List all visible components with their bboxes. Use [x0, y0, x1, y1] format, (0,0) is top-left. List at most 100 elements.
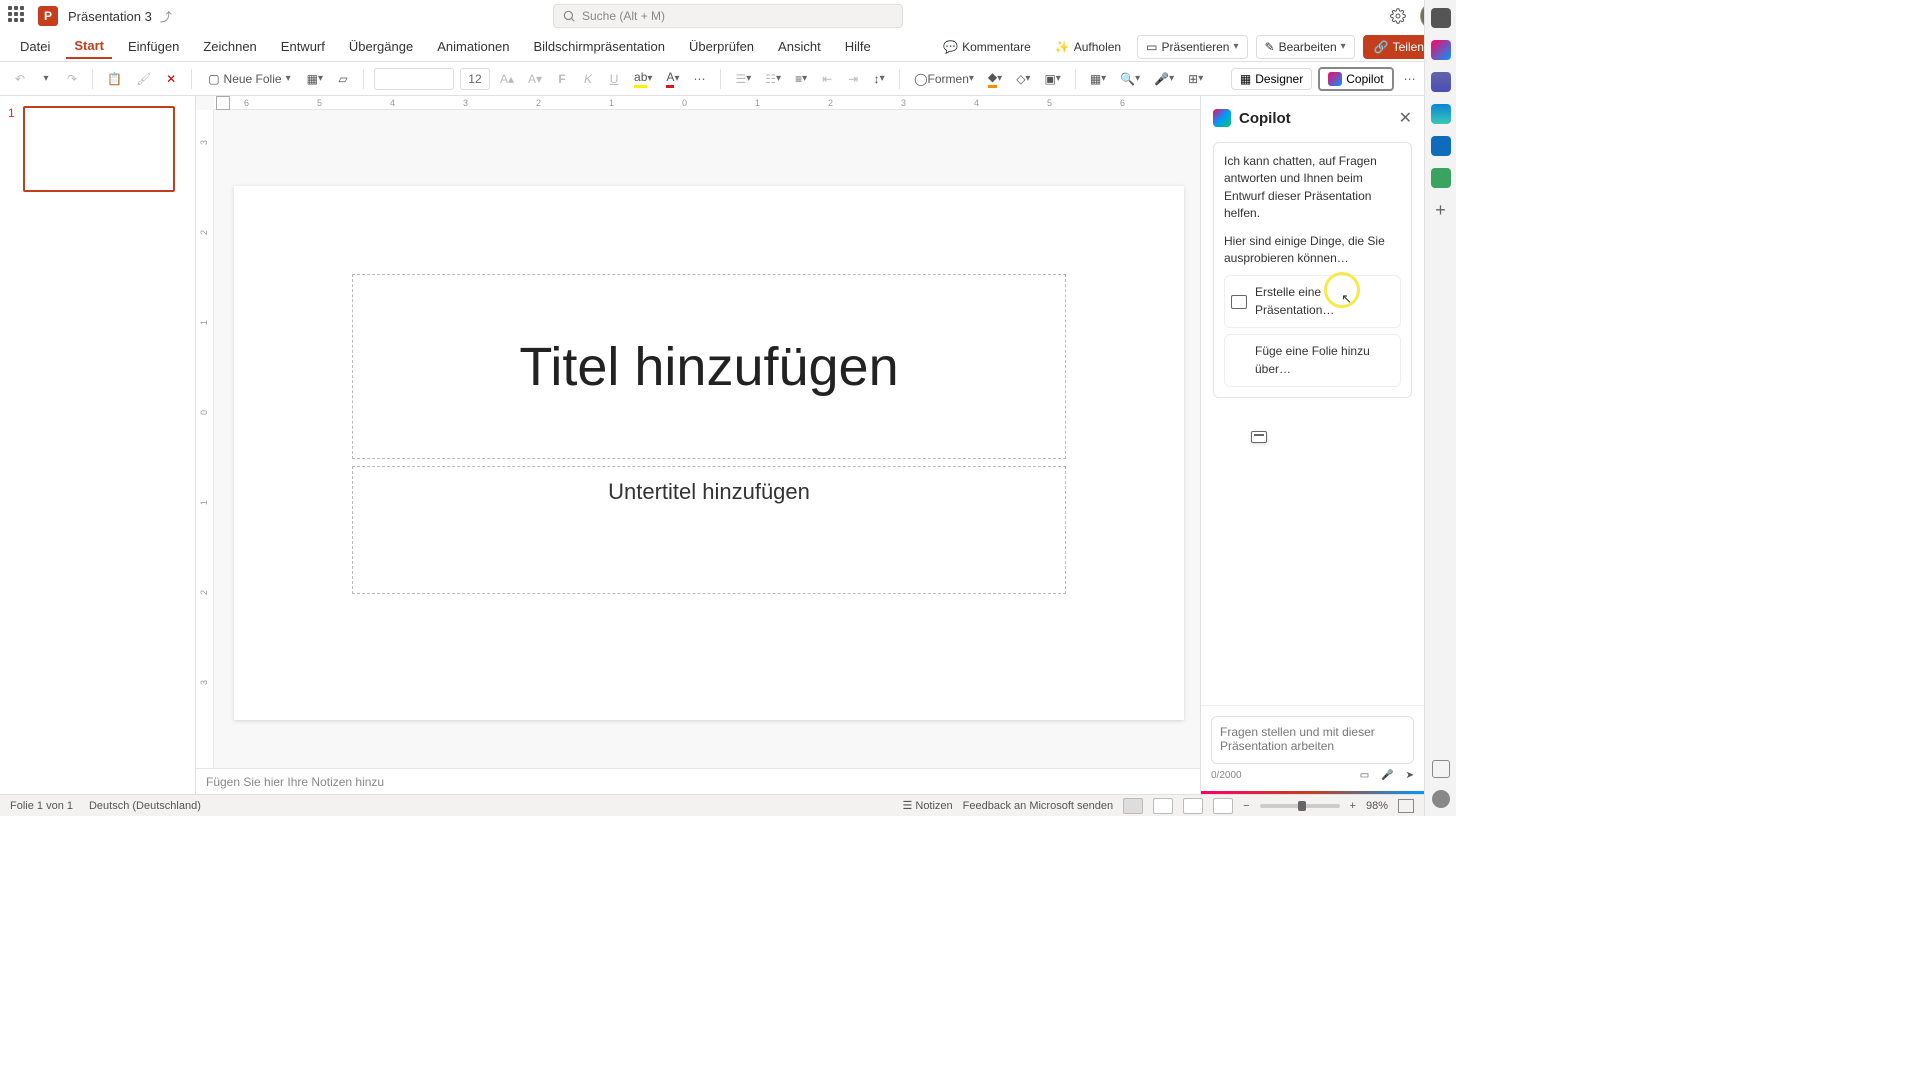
copilot-input[interactable]: Fragen stellen und mit dieser Präsentati…: [1211, 716, 1414, 764]
rail-app-icon[interactable]: [1431, 168, 1451, 188]
status-language[interactable]: Deutsch (Deutschland): [89, 800, 201, 812]
rail-add-icon[interactable]: +: [1431, 200, 1451, 220]
rail-edge-icon[interactable]: [1431, 104, 1451, 124]
status-feedback[interactable]: Feedback an Microsoft senden: [963, 800, 1113, 812]
bullets-button[interactable]: ☰▾: [731, 66, 755, 92]
shape-outline-button[interactable]: ◇▾: [1012, 66, 1034, 92]
view-reading-button[interactable]: [1183, 798, 1203, 814]
rail-settings-icon[interactable]: [1432, 790, 1450, 808]
reset-button[interactable]: ▱: [333, 66, 353, 92]
tab-entwurf[interactable]: Entwurf: [273, 35, 333, 58]
title-bar: P Präsentation 3 ⤴ Suche (Alt + M): [0, 0, 1456, 32]
tab-datei[interactable]: Datei: [12, 35, 58, 58]
settings-gear-icon[interactable]: [1390, 8, 1406, 24]
undo-dropdown[interactable]: ▾: [36, 66, 56, 92]
tab-hilfe[interactable]: Hilfe: [837, 35, 879, 58]
copilot-char-counter: 0/2000: [1211, 770, 1242, 781]
zoom-level[interactable]: 98%: [1366, 800, 1388, 812]
paste-button[interactable]: 📋: [103, 66, 126, 92]
zoom-in-button[interactable]: +: [1350, 800, 1356, 812]
copilot-suggestion-create[interactable]: Erstelle eine Präsentation… ↖: [1224, 275, 1401, 328]
presentation-icon: [1231, 295, 1247, 309]
rail-download-icon[interactable]: [1432, 760, 1450, 778]
increase-indent-button[interactable]: ⇥: [843, 66, 863, 92]
undo-button[interactable]: ↶: [10, 66, 30, 92]
kommentare-button[interactable]: 💬 Kommentare: [935, 36, 1039, 58]
zoom-out-button[interactable]: −: [1243, 800, 1249, 812]
tab-ansicht[interactable]: Ansicht: [770, 35, 829, 58]
italic-button[interactable]: K: [578, 66, 598, 92]
rail-search-icon[interactable]: [1431, 8, 1451, 28]
delete-button[interactable]: ✕: [161, 66, 181, 92]
group-button[interactable]: ▦▾: [1086, 66, 1110, 92]
tab-bildschirm[interactable]: Bildschirmpräsentation: [525, 35, 673, 58]
redo-button[interactable]: ↷: [62, 66, 82, 92]
status-notizen[interactable]: ☰ Notizen: [902, 799, 952, 812]
grow-font-button[interactable]: A▴: [496, 66, 518, 92]
notes-bar[interactable]: Fügen Sie hier Ihre Notizen hinzu: [196, 768, 1200, 794]
font-size-input[interactable]: [460, 68, 490, 90]
tab-start[interactable]: Start: [66, 34, 112, 59]
tab-animationen[interactable]: Animationen: [429, 35, 517, 58]
thumbnail-pane[interactable]: 1: [0, 96, 196, 794]
copilot-toolbar-button[interactable]: Copilot: [1318, 67, 1393, 91]
font-more-button[interactable]: ⋯: [689, 66, 710, 92]
fit-to-window-button[interactable]: [1398, 799, 1414, 813]
save-status-icon[interactable]: ⤴: [160, 8, 172, 25]
numbering-button[interactable]: ☷▾: [761, 66, 785, 92]
app-launcher-icon[interactable]: [8, 6, 28, 26]
ribbon-more-button[interactable]: ⋯: [1400, 66, 1421, 92]
new-slide-button[interactable]: ▢ Neue Folie ▾: [202, 66, 296, 92]
underline-button[interactable]: U: [604, 66, 624, 92]
layout-toggle-icon[interactable]: [216, 96, 230, 110]
slide-canvas-area[interactable]: Titel hinzufügen Untertitel hinzufügen: [214, 110, 1200, 768]
find-button[interactable]: 🔍▾: [1116, 66, 1144, 92]
copilot-close-button[interactable]: ✕: [1399, 108, 1412, 128]
tab-einfuegen[interactable]: Einfügen: [120, 35, 187, 58]
copilot-suggestion-add-slide[interactable]: Füge eine Folie hinzu über…: [1224, 334, 1401, 387]
view-normal-button[interactable]: [1123, 798, 1143, 814]
tab-uebergaenge[interactable]: Übergänge: [341, 35, 421, 58]
addins-button[interactable]: ⊞▾: [1184, 66, 1207, 92]
format-painter-button[interactable]: 🖌: [132, 66, 155, 92]
highlight-color-button[interactable]: ab▾: [630, 66, 656, 92]
tab-zeichnen[interactable]: Zeichnen: [195, 35, 264, 58]
bearbeiten-button[interactable]: ✎ Bearbeiten ▾: [1256, 35, 1355, 59]
line-spacing-button[interactable]: ↕▾: [869, 66, 889, 92]
document-title[interactable]: Präsentation 3: [68, 9, 152, 24]
ribbon-tabs: Datei Start Einfügen Zeichnen Entwurf Üb…: [0, 32, 1456, 62]
align-button[interactable]: ≡▾: [791, 66, 811, 92]
copilot-attach-icon[interactable]: ▭: [1360, 770, 1369, 781]
font-color-button[interactable]: A▾: [662, 66, 683, 92]
copilot-send-icon[interactable]: ➤: [1406, 770, 1414, 781]
shape-fill-button[interactable]: ◆▾: [984, 66, 1006, 92]
thumb-number: 1: [8, 106, 15, 192]
view-slideshow-button[interactable]: [1213, 798, 1233, 814]
slide-thumbnail[interactable]: [23, 106, 175, 192]
copilot-pane: Copilot ✕ Ich kann chatten, auf Fragen a…: [1200, 96, 1424, 794]
rail-teams-icon[interactable]: [1431, 72, 1451, 92]
title-placeholder[interactable]: Titel hinzufügen: [352, 274, 1066, 459]
aufholen-button[interactable]: ✨ Aufholen: [1047, 36, 1129, 58]
formen-button[interactable]: ◯ Formen▾: [910, 66, 978, 92]
praesentieren-button[interactable]: ▭ Präsentieren ▾: [1137, 35, 1247, 59]
decrease-indent-button[interactable]: ⇤: [817, 66, 837, 92]
subtitle-placeholder[interactable]: Untertitel hinzufügen: [352, 466, 1066, 594]
arrange-button[interactable]: ▣▾: [1040, 66, 1064, 92]
view-sorter-button[interactable]: [1153, 798, 1173, 814]
search-box[interactable]: Suche (Alt + M): [553, 4, 903, 28]
font-family-select[interactable]: [374, 68, 454, 90]
shrink-font-button[interactable]: A▾: [524, 66, 546, 92]
tab-ueberpruefen[interactable]: Überprüfen: [681, 35, 762, 58]
designer-button[interactable]: ▦ Designer: [1231, 68, 1312, 90]
copilot-mic-icon[interactable]: 🎤: [1381, 770, 1393, 781]
slide[interactable]: Titel hinzufügen Untertitel hinzufügen: [234, 186, 1184, 720]
bold-button[interactable]: F: [552, 66, 572, 92]
rail-outlook-icon[interactable]: [1431, 136, 1451, 156]
ribbon-toolbar: ↶ ▾ ↷ 📋 🖌 ✕ ▢ Neue Folie ▾ ▦▾ ▱ A▴ A▾ F …: [0, 62, 1456, 96]
zoom-slider[interactable]: [1260, 804, 1340, 808]
status-slide-count[interactable]: Folie 1 von 1: [10, 800, 73, 812]
layout-button[interactable]: ▦▾: [303, 66, 327, 92]
dictate-button[interactable]: 🎤▾: [1150, 66, 1178, 92]
rail-copilot-icon[interactable]: [1431, 40, 1451, 60]
